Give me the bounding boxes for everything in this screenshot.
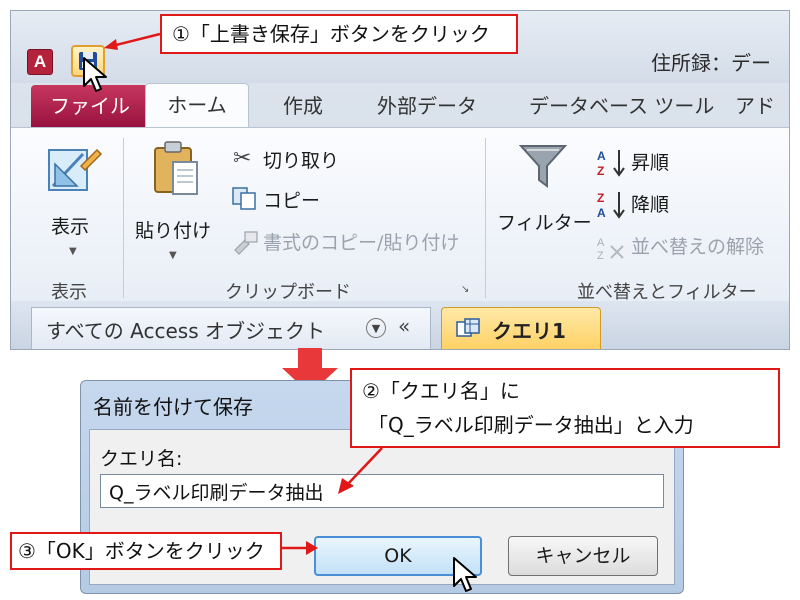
paste-button-label[interactable]: 貼り付け (135, 216, 211, 243)
mouse-cursor-icon (83, 57, 107, 92)
svg-text:Z: Z (597, 191, 604, 205)
svg-text:A: A (597, 149, 606, 163)
filter-button[interactable]: フィルター (497, 208, 592, 235)
access-window: A 住所録：デー ファイル ホーム 作成 外部データ データベース ツール アド… (10, 10, 790, 350)
view-icon[interactable] (47, 144, 103, 196)
callout-step1: ①「上書き保存」ボタンをクリック (160, 14, 518, 54)
view-dropdown-icon[interactable]: ▼ (69, 246, 77, 257)
paste-dropdown-icon[interactable]: ▼ (169, 250, 177, 261)
callout-step3: ③「OK」ボタンをクリック (10, 532, 282, 570)
query-tab-label: クエリ1 (492, 319, 566, 343)
paste-icon[interactable] (153, 140, 201, 196)
query-icon (456, 318, 480, 337)
cancel-button[interactable]: キャンセル (508, 536, 658, 576)
sort-descending-button[interactable]: 降順 (631, 190, 669, 217)
tab-external-data[interactable]: 外部データ (377, 85, 477, 127)
sort-descending-icon[interactable]: Z A (595, 190, 629, 220)
mouse-cursor-icon (453, 557, 477, 592)
callout-arrow (282, 541, 318, 555)
tab-home[interactable]: ホーム (145, 83, 249, 129)
callout-arrow (104, 32, 161, 50)
query-name-label: クエリ名: (100, 448, 183, 470)
navigation-dropdown-icon[interactable]: ▼ (366, 318, 386, 338)
ribbon: 表示 ▼ 表示 貼り付け ▼ ✂ 切り取り コピー 書式のコピー/貼り付け クリ… (11, 127, 789, 303)
svg-text:Z: Z (597, 250, 604, 262)
navigation-pane-title: すべての Access オブジェクト (46, 319, 325, 343)
access-app-icon[interactable]: A (27, 49, 53, 75)
callout-arrow (338, 447, 383, 494)
clear-sort-button[interactable]: 並べ替えの解除 (631, 232, 764, 259)
group-separator (123, 138, 124, 298)
svg-text:A: A (597, 237, 605, 249)
navigation-pane-header[interactable]: すべての Access オブジェクト ▼ « (31, 307, 431, 349)
document-title: 住所録：デー (651, 51, 771, 75)
format-painter-icon[interactable] (231, 230, 259, 255)
ribbon-tab-bar: ファイル ホーム 作成 外部データ データベース ツール アド (11, 83, 789, 129)
clipboard-launcher-icon[interactable]: ↘ (461, 284, 469, 295)
view-button-label[interactable]: 表示 (51, 212, 89, 239)
cut-button[interactable]: 切り取り (263, 146, 339, 173)
clear-sort-icon[interactable]: A Z (595, 232, 629, 262)
copy-button[interactable]: コピー (263, 186, 320, 213)
callout-step2-line2: 「Q_ラベル印刷データ抽出」と入力 (368, 413, 694, 437)
navigation-bar: すべての Access オブジェクト ▼ « クエリ1 (11, 301, 789, 349)
filter-icon[interactable] (518, 142, 568, 190)
svg-text:Z: Z (597, 164, 604, 178)
tab-create[interactable]: 作成 (283, 85, 323, 127)
dialog-title: 名前を付けて保存 (93, 395, 253, 419)
group-separator (485, 138, 486, 298)
format-painter-button[interactable]: 書式のコピー/貼り付け (263, 228, 459, 255)
scissors-icon[interactable]: ✂ (233, 146, 251, 171)
copy-icon[interactable] (231, 186, 259, 210)
sort-ascending-button[interactable]: 昇順 (631, 148, 669, 175)
sort-ascending-icon[interactable]: A Z (595, 148, 629, 178)
callout-step2-line1: ②「クエリ名」に (362, 379, 520, 403)
tab-database-tools[interactable]: データベース ツール (529, 85, 714, 127)
shutter-bar-collapse-icon[interactable]: « (398, 314, 410, 338)
tab-addins[interactable]: アド (735, 85, 775, 127)
tab-query1[interactable]: クエリ1 (441, 307, 601, 349)
svg-text:A: A (597, 206, 606, 220)
callout-step2: ②「クエリ名」に 「Q_ラベル印刷データ抽出」と入力 (350, 368, 780, 448)
